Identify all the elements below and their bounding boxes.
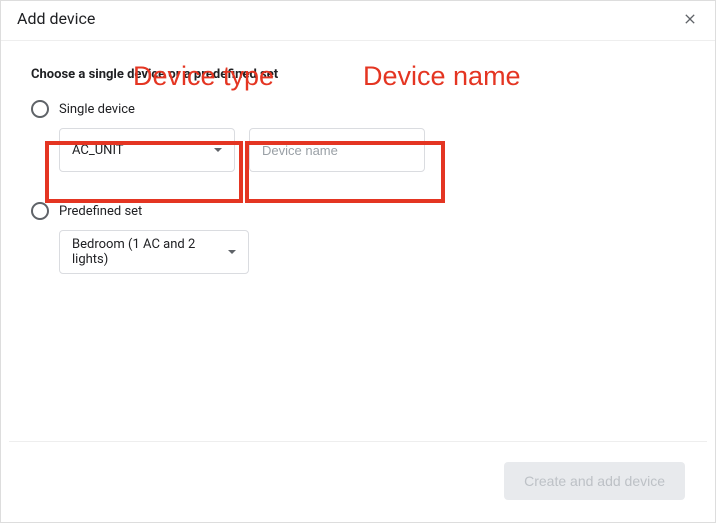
chevron-down-icon [228,250,236,254]
single-device-label: Single device [59,102,135,117]
predefined-set-option: Predefined set [31,202,685,220]
device-name-input[interactable] [262,143,412,158]
add-device-dialog: Add device Choose a single device or a p… [0,0,716,523]
instruction-text: Choose a single device or a predefined s… [31,67,685,82]
device-name-field[interactable] [249,128,425,172]
dialog-content: Choose a single device or a predefined s… [1,41,715,441]
dialog-header: Add device [1,1,715,41]
create-add-device-button[interactable]: Create and add device [504,462,685,500]
predefined-set-label: Predefined set [59,204,142,219]
predefined-select[interactable]: Bedroom (1 AC and 2 lights) [59,230,249,274]
single-device-radio[interactable] [31,100,49,118]
dialog-footer: Create and add device [9,441,707,522]
device-type-select[interactable]: AC_UNIT [59,128,235,172]
predefined-value: Bedroom (1 AC and 2 lights) [72,237,228,267]
single-device-fields: AC_UNIT [59,128,685,172]
close-icon[interactable] [681,10,699,28]
single-device-option: Single device [31,100,685,118]
predefined-set-radio[interactable] [31,202,49,220]
device-type-value: AC_UNIT [72,143,124,158]
chevron-down-icon [214,148,222,152]
dialog-title: Add device [17,9,95,28]
